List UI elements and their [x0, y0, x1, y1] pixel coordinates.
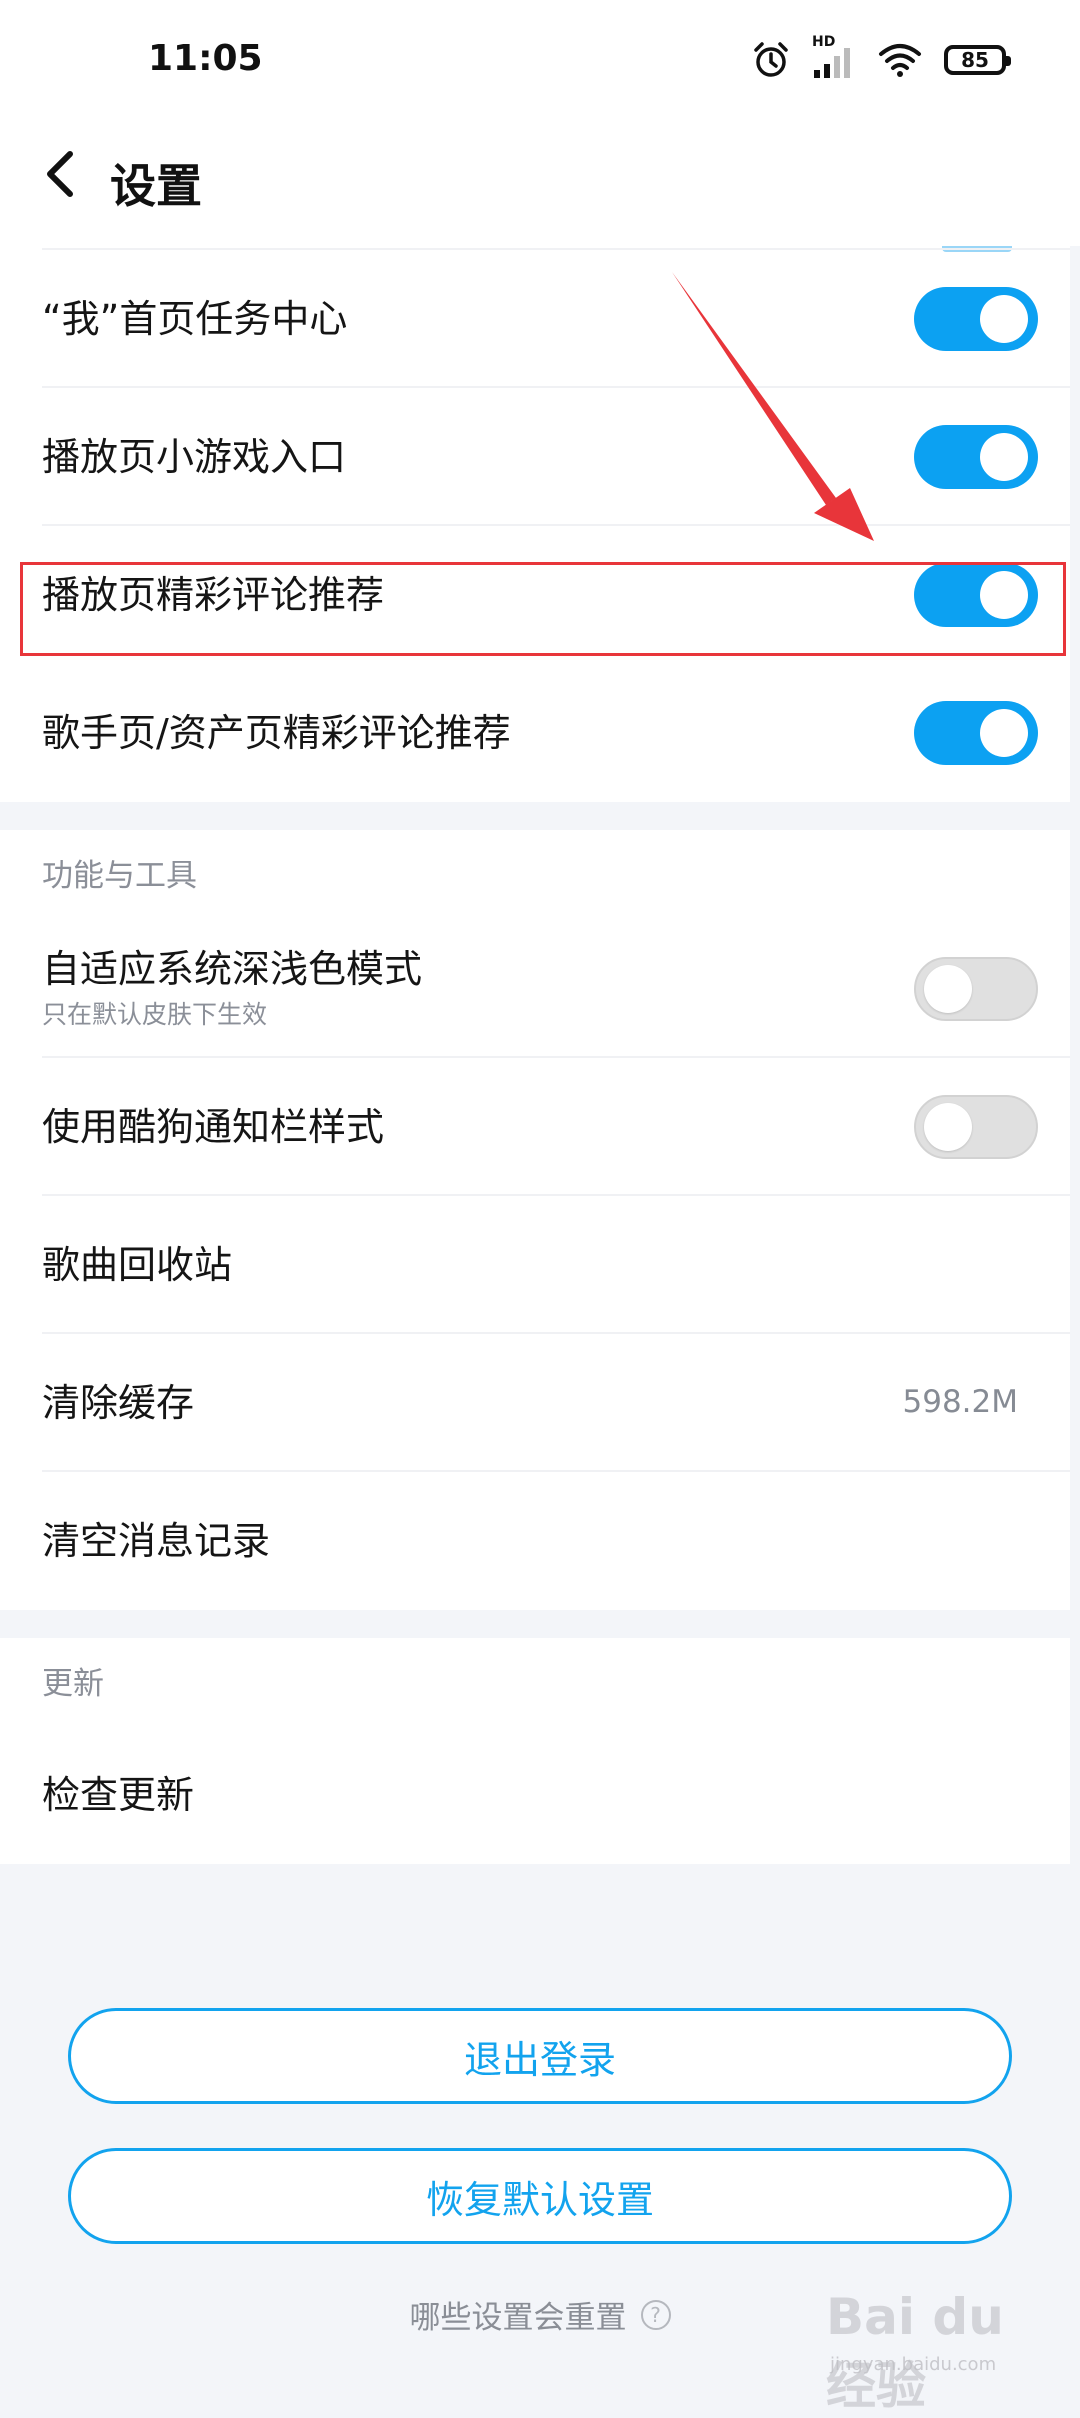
- chevron-left-icon: [47, 151, 73, 197]
- setting-row-dark-mode[interactable]: 自适应系统深浅色模式 只在默认皮肤下生效: [0, 920, 1070, 1058]
- setting-row-artist-comments[interactable]: 歌手页/资产页精彩评论推荐: [0, 664, 1070, 802]
- toggle-knob: [980, 433, 1028, 481]
- toggle-knob: [924, 1103, 972, 1151]
- cellular-signal-icon: HD: [812, 34, 856, 80]
- help-icon[interactable]: ?: [640, 2299, 671, 2330]
- setting-row-notification-style[interactable]: 使用酷狗通知栏样式: [0, 1058, 1070, 1196]
- setting-row-task-center[interactable]: “我”首页任务中心: [0, 250, 1070, 388]
- setting-label: 歌手页/资产页精彩评论推荐: [42, 711, 511, 755]
- annotation-highlight-box: [20, 562, 1066, 656]
- back-button[interactable]: [30, 144, 90, 204]
- toggle-knob: [980, 295, 1028, 343]
- mini-game-toggle[interactable]: [914, 425, 1038, 489]
- setting-label: 使用酷狗通知栏样式: [42, 1105, 385, 1149]
- cache-size: 598.2M: [902, 1384, 1019, 1420]
- watermark: Bai du 经验 jingyan.baidu.com: [826, 2272, 1026, 2415]
- watermark-main: Bai du 经验: [826, 2288, 1004, 2415]
- setting-label: 歌曲回收站: [42, 1243, 233, 1287]
- alarm-icon: [754, 42, 788, 77]
- setting-sublabel: 只在默认皮肤下生效: [42, 1000, 268, 1029]
- section-title: 功能与工具: [42, 858, 197, 894]
- page-title: 设置: [110, 159, 202, 213]
- status-icons: HD 85: [752, 34, 1011, 82]
- status-bar: 11:05 HD 85: [0, 0, 1080, 120]
- setting-row-mini-game[interactable]: 播放页小游戏入口: [0, 388, 1070, 526]
- setting-label: 检查更新: [42, 1773, 195, 1817]
- battery-icon: 85: [944, 45, 1011, 75]
- setting-label: “我”首页任务中心: [42, 297, 348, 341]
- wifi-icon: [879, 44, 921, 77]
- setting-row-clear-messages[interactable]: 清空消息记录: [0, 1472, 1070, 1610]
- header: 设置: [0, 120, 1080, 246]
- recommend-card: “我”首页任务中心 播放页小游戏入口 播放页精彩评论推荐 歌手页/资产页精彩评论…: [0, 246, 1070, 802]
- notification-style-toggle[interactable]: [914, 1095, 1038, 1159]
- update-card: 更新 检查更新: [0, 1638, 1070, 1864]
- setting-label: 清空消息记录: [42, 1519, 271, 1563]
- artist-comments-toggle[interactable]: [914, 701, 1038, 765]
- battery-level: 85: [961, 48, 989, 72]
- watermark-sub: jingyan.baidu.com: [830, 2354, 997, 2375]
- status-time: 11:05: [148, 38, 263, 79]
- task-center-toggle[interactable]: [914, 287, 1038, 351]
- reset-hint-text: 哪些设置会重置: [409, 2300, 627, 2336]
- setting-row-check-update[interactable]: 检查更新: [0, 1726, 1070, 1864]
- setting-label: 自适应系统深浅色模式: [42, 947, 423, 991]
- logout-button[interactable]: 退出登录: [68, 2008, 1012, 2104]
- tools-card: 功能与工具 自适应系统深浅色模式 只在默认皮肤下生效 使用酷狗通知栏样式 歌曲回…: [0, 830, 1070, 1610]
- section-title: 更新: [42, 1666, 104, 1702]
- restore-defaults-button[interactable]: 恢复默认设置: [68, 2148, 1012, 2244]
- setting-label: 播放页小游戏入口: [42, 435, 347, 479]
- toggle-knob: [980, 709, 1028, 757]
- dark-mode-toggle[interactable]: [914, 957, 1038, 1021]
- setting-row-recycle-bin[interactable]: 歌曲回收站: [0, 1196, 1070, 1334]
- setting-label: 清除缓存: [42, 1381, 195, 1425]
- toggle-knob: [924, 965, 972, 1013]
- setting-row-clear-cache[interactable]: 清除缓存 598.2M: [0, 1334, 1070, 1472]
